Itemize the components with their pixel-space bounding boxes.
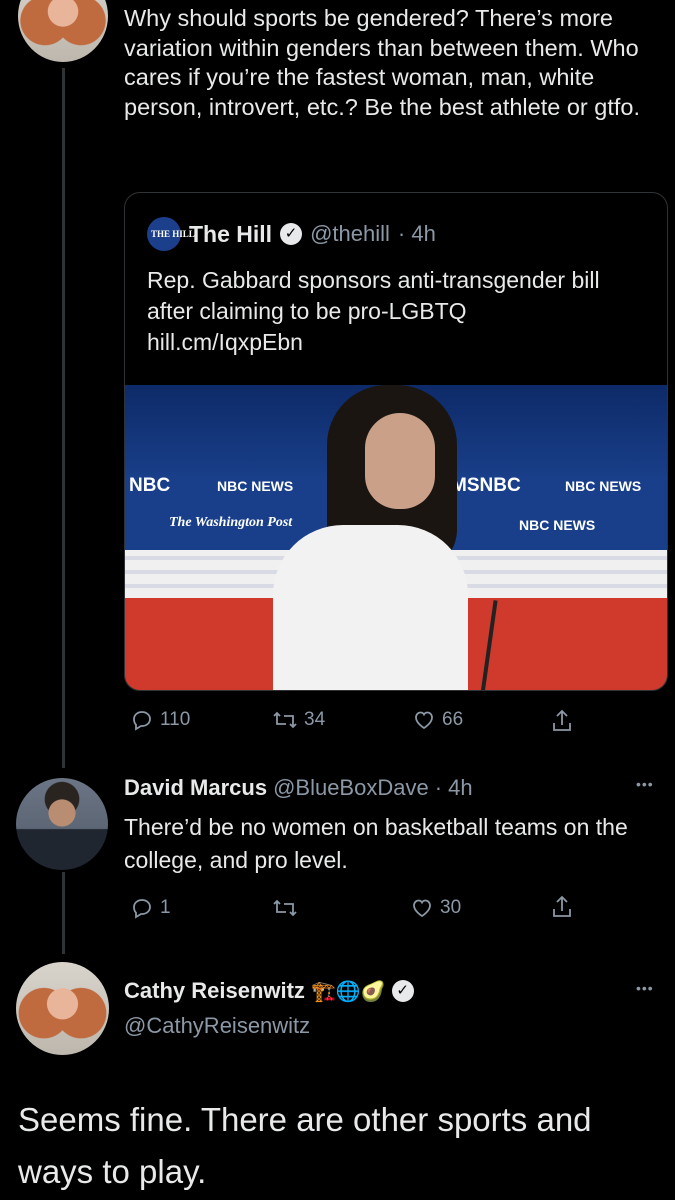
speaker-jacket [273,525,468,690]
stage-logo: NBC NEWS [519,517,596,533]
author-name[interactable]: David Marcus [124,775,267,801]
stage-logo: NBC NEWS [217,478,294,494]
share-button[interactable] [550,708,574,734]
thread-line-2 [62,872,65,954]
like-icon [412,708,436,732]
stage-logo: MSNBC [451,475,521,496]
verified-icon: ✓ [391,980,414,1002]
tweet-time: · 4h [434,775,473,800]
avatar[interactable] [16,962,109,1055]
tweet-text: Why should sports be gendered? There’s m… [124,5,640,120]
retweet-count: 34 [304,709,326,730]
main-header: Cathy Reisenwitz 🏗️🌐🥑 ✓ [124,978,414,1004]
main-tweet-text: Seems fine. There are other sports and w… [18,1101,592,1190]
more-options-button[interactable]: ••• [636,980,654,996]
share-button[interactable] [550,894,574,920]
quote-header: THE HILL The Hill ✓ @thehill · 4h [147,217,436,251]
reply-icon [130,708,154,732]
quote-author-name: The Hill [189,220,273,247]
like-button[interactable]: 30 [410,896,461,920]
share-icon [550,894,574,920]
retweet-button[interactable] [272,896,304,920]
avatar[interactable] [16,778,108,870]
retweet-icon [272,896,298,920]
stage-logo: NBC NEWS [565,478,642,494]
retweet-button[interactable]: 34 [272,708,325,732]
more-options-button[interactable]: ••• [636,776,654,792]
quote-author-handle: @thehill [310,221,390,246]
stage-logo: The Washington Post [169,515,293,530]
reply-header: David Marcus @BlueBoxDave · 4h [124,775,473,801]
reply-icon [130,896,154,920]
quoted-tweet-card[interactable]: THE HILL The Hill ✓ @thehill · 4h Rep. G… [124,192,668,691]
stage-logo: NBC [129,475,171,496]
tweet-text: There’d be no women on basketball teams … [124,814,628,873]
author-handle[interactable]: @BlueBoxDave [273,775,429,801]
quote-time: · 4h [397,221,436,246]
share-icon [550,708,574,734]
quote-text: Rep. Gabbard sponsors anti-transgender b… [147,267,600,355]
like-count: 66 [442,709,464,730]
speaker-face [365,413,435,509]
reply-button[interactable]: 1 [130,896,171,920]
like-count: 30 [440,897,462,918]
author-name[interactable]: Cathy Reisenwitz [124,978,305,1004]
name-emoji: 🏗️🌐🥑 [310,980,386,1003]
the-hill-logo: THE HILL [147,217,195,251]
avatar[interactable] [18,0,108,62]
quote-image[interactable]: NBC NBC NEWS MSNBC NBC NEWS The Washingt… [125,385,667,690]
verified-icon: ✓ [280,223,303,245]
reply-count: 1 [160,897,171,918]
like-button[interactable]: 66 [412,708,463,732]
author-handle[interactable]: @CathyReisenwitz [124,1013,310,1039]
thread-line [62,68,65,768]
reply-count: 110 [160,709,191,730]
retweet-icon [272,708,298,732]
reply-button[interactable]: 110 [130,708,190,732]
like-icon [410,896,434,920]
